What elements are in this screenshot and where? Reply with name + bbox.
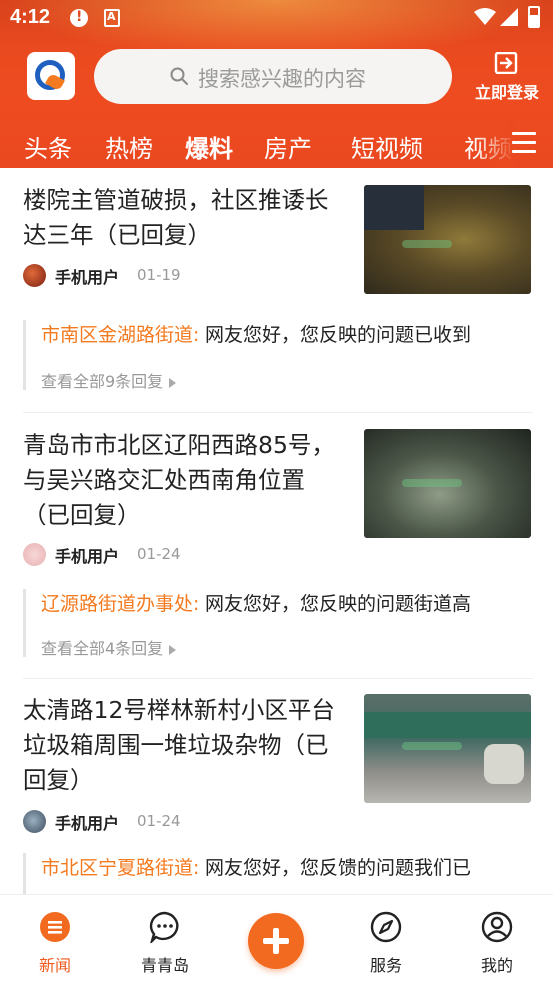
search-input[interactable]: 搜索感兴趣的内容 (94, 49, 452, 104)
view-all-replies-link[interactable]: 查看全部4条回复 (41, 635, 177, 659)
plus-icon[interactable] (248, 913, 304, 969)
reply-department: 辽源路街道办事处: (41, 593, 200, 615)
thumb-watermark (402, 479, 462, 487)
reply-text: 网友您好，您反映的问题已收到 (205, 324, 472, 346)
reply-department: 市北区宁夏路街道: (41, 857, 200, 879)
status-bar: 4:12 (0, 0, 553, 36)
view-all-replies-label: 查看全部9条回复 (41, 372, 164, 391)
divider (23, 678, 533, 679)
app-screen: 4:12 搜索感兴趣的内容 (0, 0, 553, 984)
nav-news-label: 新闻 (38, 956, 71, 975)
reply-text: 网友您好，您反映的问题街道高 (205, 593, 472, 615)
post-date: 01-24 (137, 545, 181, 563)
avatar[interactable] (23, 810, 46, 833)
item-title[interactable]: 楼院主管道破损，社区推诿长达三年（已回复） (23, 183, 343, 253)
battery-icon (528, 6, 540, 28)
font-icon (104, 9, 120, 27)
signal-icon (500, 8, 518, 26)
author-name[interactable]: 手机用户 (55, 264, 119, 288)
triangle-right-icon (169, 644, 177, 655)
thumb-shade (364, 185, 424, 230)
search-icon (170, 67, 188, 85)
tab-short-video[interactable]: 短视频 (351, 129, 423, 164)
view-all-replies-link[interactable]: 查看全部9条回复 (41, 368, 177, 392)
post-date: 01-24 (137, 812, 181, 830)
reply-department: 市南区金湖路街道: (41, 324, 200, 346)
channel-tabs: 头条 热榜 爆料 房产 短视频 视频 (0, 120, 553, 168)
user-icon (481, 911, 513, 943)
author-name[interactable]: 手机用户 (55, 810, 119, 834)
tabs-fade (475, 120, 515, 168)
item-title[interactable]: 太清路12号榉林新村小区平台垃圾箱周围一堆垃圾杂物（已回复） (23, 693, 343, 798)
tab-hot-list[interactable]: 热榜 (105, 129, 153, 164)
reply-preview[interactable]: 市北区宁夏路街道: 网友您好，您反馈的问题我们已 (23, 853, 533, 894)
item-title[interactable]: 青岛市市北区辽阳西路85号，与吴兴路交汇处西南角位置（已回复） (23, 428, 343, 533)
nav-profile[interactable]: 我的 (457, 911, 537, 976)
tab-tips[interactable]: 爆料 (185, 129, 233, 164)
item-thumbnail[interactable] (364, 185, 531, 294)
header: 4:12 搜索感兴趣的内容 (0, 0, 553, 168)
view-all-replies-label: 查看全部4条回复 (41, 639, 164, 658)
avatar[interactable] (23, 543, 46, 566)
chat-icon (149, 911, 179, 946)
nav-services-label: 服务 (369, 956, 402, 975)
login-button[interactable]: 立即登录 (470, 52, 544, 102)
thumb-bags (484, 744, 524, 784)
status-time: 4:12 (10, 6, 51, 28)
thumb-watermark (402, 742, 462, 750)
nav-services[interactable]: 服务 (346, 911, 426, 976)
news-icon (40, 912, 70, 942)
compass-icon (370, 911, 402, 943)
wifi-icon (474, 8, 496, 25)
triangle-right-icon (169, 377, 177, 388)
item-thumbnail[interactable] (364, 429, 531, 538)
item-thumbnail[interactable] (364, 694, 531, 803)
reply-text: 网友您好，您反馈的问题我们已 (205, 857, 472, 879)
nav-qingqingdao[interactable]: 青青岛 (125, 911, 205, 976)
app-logo[interactable] (27, 52, 75, 100)
menu-icon[interactable] (512, 132, 536, 153)
reply-preview[interactable]: 市南区金湖路街道: 网友您好，您反映的问题已收到 查看全部9条回复 (23, 320, 533, 392)
tab-real-estate[interactable]: 房产 (264, 129, 312, 164)
nav-profile-label: 我的 (480, 956, 513, 975)
author-name[interactable]: 手机用户 (55, 543, 119, 567)
login-icon (494, 52, 518, 74)
divider (23, 412, 533, 413)
login-label: 立即登录 (474, 83, 539, 102)
reply-preview[interactable]: 辽源路街道办事处: 网友您好，您反映的问题街道高 查看全部4条回复 (23, 589, 533, 659)
post-date: 01-19 (137, 266, 181, 284)
thumb-watermark (402, 240, 452, 248)
nav-qingqingdao-label: 青青岛 (140, 956, 189, 975)
bottom-nav: 新闻 青青岛 服务 我的 (0, 894, 553, 984)
nav-news[interactable]: 新闻 (15, 911, 95, 976)
avatar[interactable] (23, 264, 46, 287)
search-placeholder: 搜索感兴趣的内容 (198, 67, 366, 91)
tab-headlines[interactable]: 头条 (24, 129, 72, 164)
thumb-bins (364, 712, 531, 738)
news-feed: 楼院主管道破损，社区推诿长达三年（已回复） 手机用户 01-19 市南区金湖路街… (0, 168, 553, 894)
alert-icon (70, 9, 88, 27)
